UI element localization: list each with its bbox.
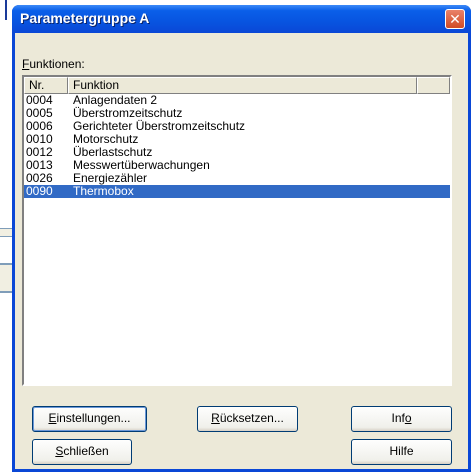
close-button[interactable]: Schließen xyxy=(32,439,132,465)
list-body: 0004 Anlagendaten 2 0005 Überstromzeitschut… xyxy=(24,94,450,198)
title-bar[interactable]: Parametergruppe A ✕ xyxy=(12,5,471,33)
background-panel-field xyxy=(0,236,12,265)
column-header-nr[interactable]: Nr. xyxy=(24,77,68,94)
reset-button[interactable]: Rücksetzen... xyxy=(197,406,298,432)
list-item-nr: 0090 xyxy=(26,184,53,198)
functions-list[interactable]: Nr. Funktion 0004 Anlagendaten 2 0005 Übers… xyxy=(22,75,452,386)
info-button[interactable]: Info xyxy=(351,406,452,432)
close-icon[interactable]: ✕ xyxy=(445,9,465,29)
dialog-title: Parametergruppe A xyxy=(20,10,150,26)
list-header: Nr. Funktion xyxy=(24,77,450,94)
help-button[interactable]: Hilfe xyxy=(351,439,452,465)
parametergruppe-dialog: Parametergruppe A ✕ Funktionen: Nr. Funk… xyxy=(12,5,471,472)
dialog-client-area: Funktionen: Nr. Funktion 0004 Anlagendate… xyxy=(15,33,468,469)
settings-button[interactable]: Einstellungen... xyxy=(32,406,147,432)
column-header-funktion[interactable]: Funktion xyxy=(68,77,417,94)
list-item-funktion: Thermobox xyxy=(73,184,134,198)
list-item[interactable]: 0090 Thermobox xyxy=(24,185,450,198)
column-header-empty xyxy=(417,77,450,94)
background-window-edge xyxy=(5,0,7,20)
functions-label: Funktionen: xyxy=(22,57,85,71)
